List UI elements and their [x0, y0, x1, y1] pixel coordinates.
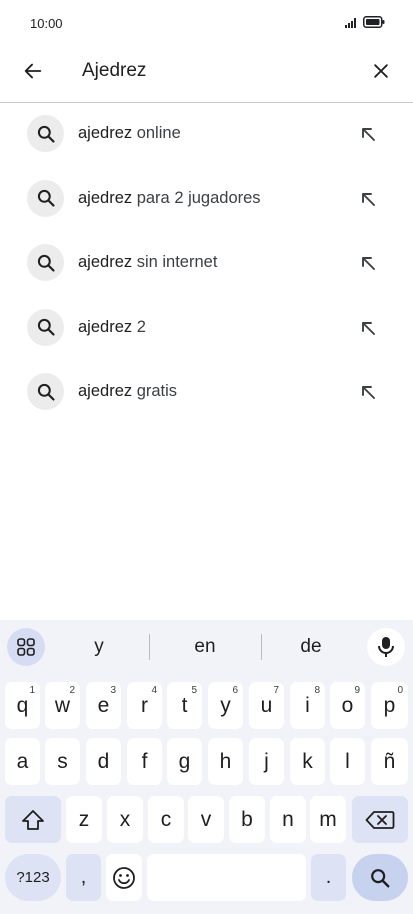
- key-k[interactable]: k: [290, 738, 325, 785]
- symbols-key[interactable]: ?123: [5, 854, 61, 901]
- fill-query-arrow-icon[interactable]: [359, 125, 377, 143]
- key-n[interactable]: n: [270, 796, 306, 843]
- signal-icon: [345, 17, 356, 28]
- microphone-icon: [378, 637, 394, 657]
- search-input[interactable]: [82, 56, 352, 86]
- key-i[interactable]: i8: [290, 682, 325, 729]
- key-s[interactable]: s: [45, 738, 80, 785]
- keyboard-word-suggestion[interactable]: y: [59, 636, 139, 658]
- fill-query-arrow-icon[interactable]: [359, 254, 377, 272]
- key-a[interactable]: a: [5, 738, 40, 785]
- suggestion-text: ajedrez sin internet: [78, 253, 218, 271]
- suggestion-item[interactable]: ajedrez para 2 jugadores: [0, 168, 413, 233]
- search-icon: [27, 244, 64, 281]
- search-enter-key[interactable]: [352, 854, 408, 901]
- shift-key[interactable]: [5, 796, 61, 843]
- search-icon: [371, 868, 390, 887]
- status-icons: [345, 16, 385, 28]
- key-g[interactable]: g: [167, 738, 202, 785]
- suggestion-text: ajedrez para 2 jugadores: [78, 188, 261, 207]
- shift-icon: [22, 809, 44, 830]
- back-button[interactable]: [18, 56, 48, 86]
- fill-query-arrow-icon[interactable]: [359, 190, 377, 208]
- grid-icon: [17, 638, 35, 656]
- backspace-key[interactable]: [352, 796, 408, 843]
- search-icon: [27, 115, 64, 152]
- keyboard-toolbar: y en de: [0, 620, 413, 676]
- key-m[interactable]: m: [310, 796, 346, 843]
- key-w[interactable]: w2: [45, 682, 80, 729]
- key-x[interactable]: x: [107, 796, 143, 843]
- key-r[interactable]: r4: [127, 682, 162, 729]
- fill-query-arrow-icon[interactable]: [359, 319, 377, 337]
- voice-input-button[interactable]: [367, 628, 405, 666]
- emoji-icon: [113, 866, 135, 889]
- suggestion-item[interactable]: ajedrez sin internet: [0, 232, 413, 297]
- key-q[interactable]: q1: [5, 682, 40, 729]
- suggestion-list: ajedrez online ajedrez para 2 jugadores …: [0, 103, 413, 426]
- key-e[interactable]: e3: [86, 682, 121, 729]
- key-y[interactable]: y6: [208, 682, 243, 729]
- suggestion-item[interactable]: ajedrez 2: [0, 297, 413, 362]
- backspace-icon: [365, 810, 395, 829]
- clear-search-button[interactable]: [366, 56, 396, 86]
- key-l[interactable]: l: [330, 738, 365, 785]
- key-d[interactable]: d: [86, 738, 121, 785]
- key-enye[interactable]: ñ: [371, 738, 408, 785]
- search-bar: [0, 46, 413, 103]
- search-icon: [27, 308, 64, 346]
- keyboard-apps-button[interactable]: [7, 628, 45, 666]
- divider: [261, 634, 262, 660]
- key-u[interactable]: u7: [249, 682, 284, 729]
- key-c[interactable]: c: [148, 796, 184, 843]
- key-f[interactable]: f: [127, 738, 162, 785]
- key-t[interactable]: t5: [167, 682, 202, 729]
- key-z[interactable]: z: [66, 796, 102, 843]
- keyboard-word-suggestion[interactable]: de: [271, 636, 351, 658]
- suggestion-item[interactable]: ajedrez gratis: [0, 361, 413, 426]
- status-bar: 10:00: [0, 0, 413, 46]
- key-j[interactable]: j: [249, 738, 284, 785]
- suggestion-text: ajedrez 2: [78, 317, 146, 336]
- arrow-left-icon: [24, 63, 42, 79]
- comma-key[interactable]: ,: [66, 854, 101, 901]
- key-b[interactable]: b: [229, 796, 265, 843]
- keyboard-word-suggestion[interactable]: en: [165, 636, 245, 658]
- battery-icon: [363, 16, 385, 28]
- suggestion-item[interactable]: ajedrez online: [0, 103, 413, 168]
- close-icon: [374, 64, 388, 78]
- key-v[interactable]: v: [188, 796, 224, 843]
- search-icon: [27, 373, 64, 410]
- key-o[interactable]: o9: [330, 682, 365, 729]
- status-time: 10:00: [30, 16, 63, 31]
- keyboard: y en de q1 w2 e3 r4 t5 y6 u7 i8 o9 p0 a …: [0, 620, 413, 914]
- search-icon: [27, 179, 64, 217]
- space-key[interactable]: [147, 854, 306, 901]
- key-h[interactable]: h: [208, 738, 243, 785]
- emoji-key[interactable]: [106, 854, 142, 901]
- suggestion-text: ajedrez gratis: [78, 382, 178, 400]
- fill-query-arrow-icon[interactable]: [359, 383, 377, 401]
- suggestion-text: ajedrez online: [78, 124, 181, 142]
- divider: [149, 634, 150, 660]
- key-p[interactable]: p0: [371, 682, 408, 729]
- period-key[interactable]: .: [311, 854, 346, 901]
